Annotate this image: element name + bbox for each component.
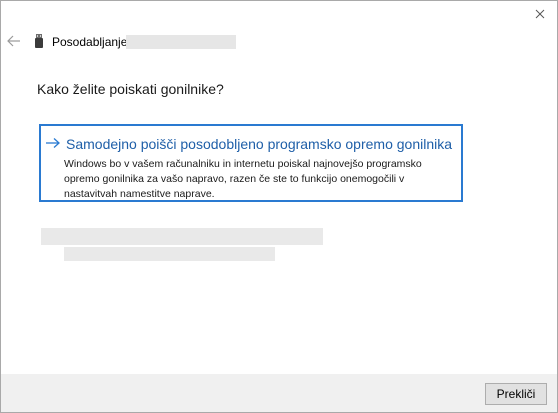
auto-search-option[interactable]: Samodejno poišči posodobljeno programsko… [39, 124, 463, 202]
option-description: Windows bo v vašem računalniku in intern… [64, 158, 422, 200]
right-arrow-icon [45, 136, 61, 148]
close-icon[interactable] [533, 7, 547, 21]
cancel-button[interactable]: Prekliči [485, 383, 547, 405]
usb-device-icon [35, 34, 43, 48]
back-arrow-icon[interactable] [7, 34, 21, 47]
redacted-option-description [64, 247, 275, 261]
dialog-footer: Prekliči [1, 374, 557, 412]
update-drivers-dialog: Posodabljanje gonilnikov Kako želite poi… [0, 0, 558, 413]
option-title: Samodejno poišči posodobljeno programsko… [66, 136, 453, 152]
page-heading: Kako želite poiskati gonilnike? [37, 81, 224, 97]
redacted-region [126, 35, 236, 49]
redacted-option-title [41, 228, 323, 245]
